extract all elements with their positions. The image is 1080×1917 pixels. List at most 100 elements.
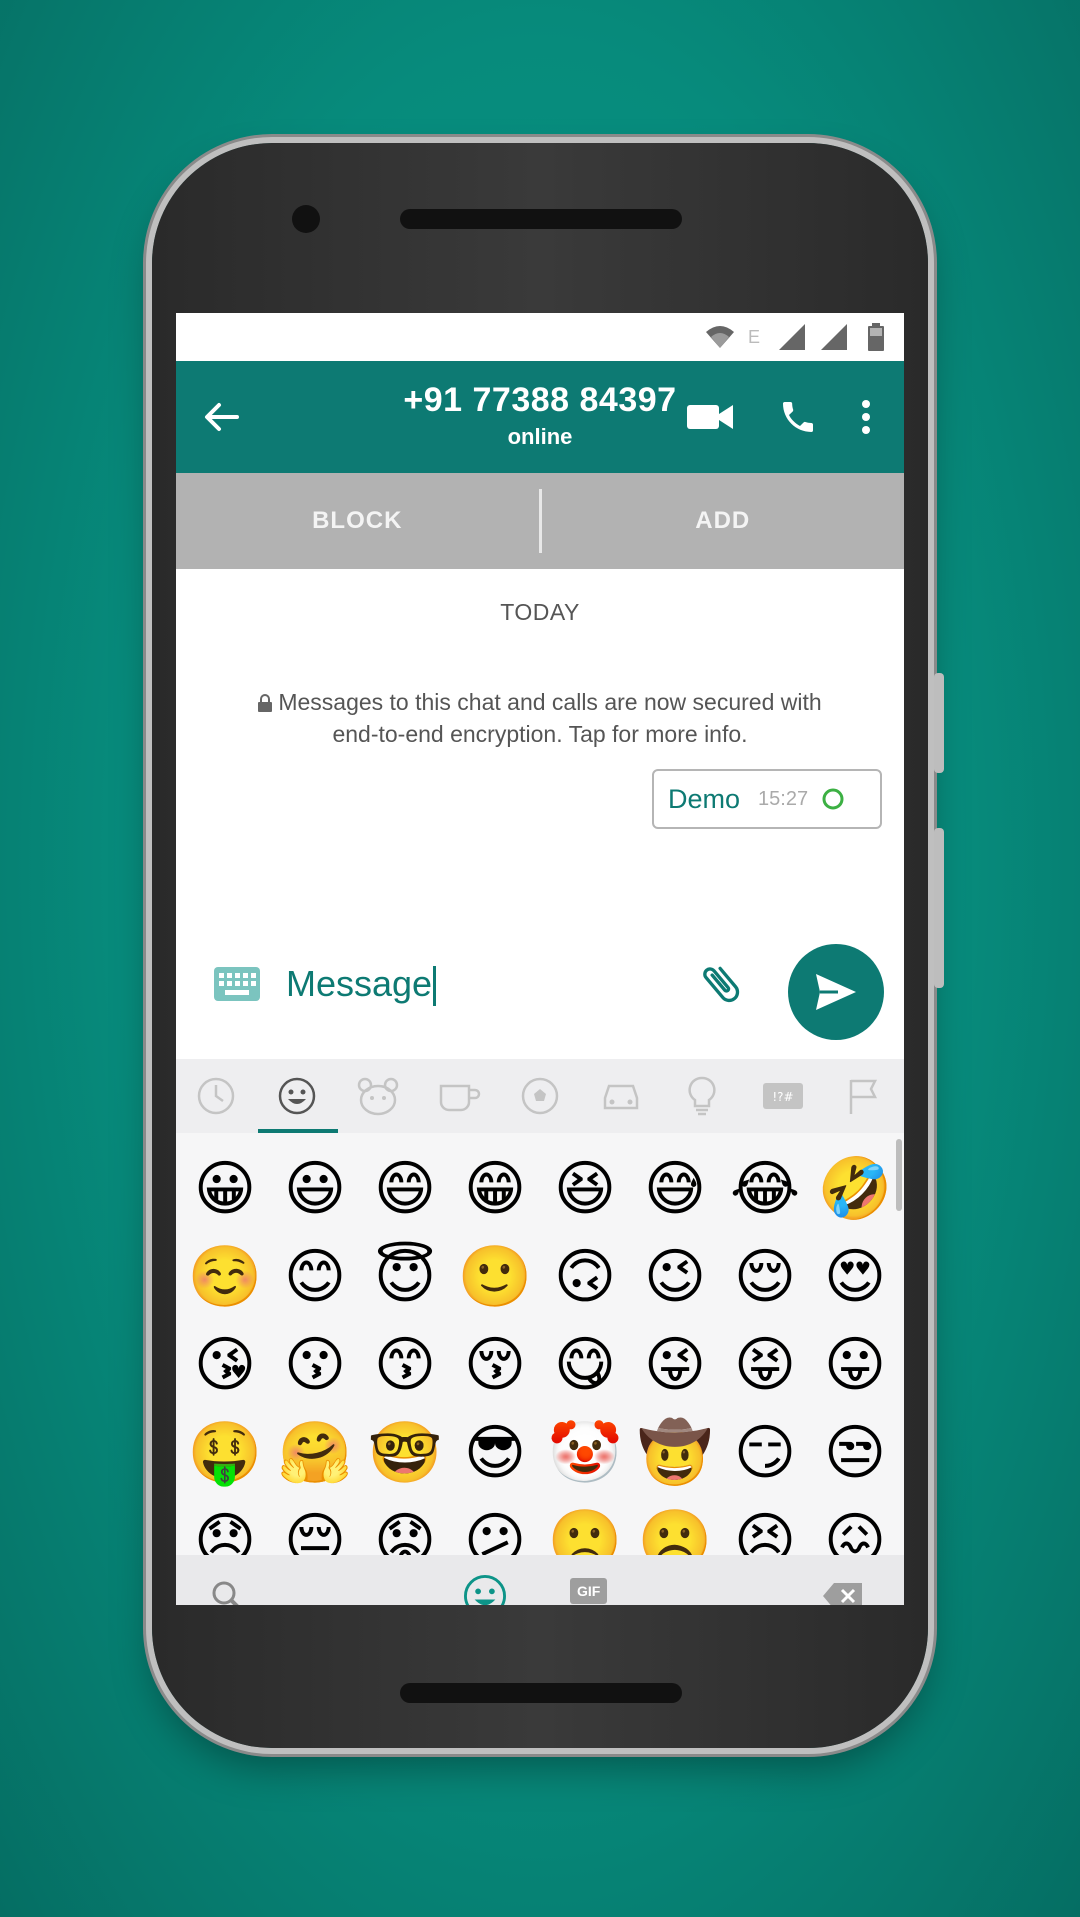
emoji[interactable]: 😊	[275, 1245, 355, 1309]
video-call-button[interactable]	[670, 377, 750, 457]
signal-icon	[820, 323, 848, 351]
emoji[interactable]: 😟	[365, 1509, 445, 1555]
emoji[interactable]: ☹️	[635, 1509, 715, 1555]
emoji[interactable]: 😞	[185, 1509, 265, 1555]
svg-text:!?#: !?#	[772, 1090, 793, 1104]
message-input[interactable]: Message	[286, 963, 437, 1007]
earpiece-speaker	[400, 209, 682, 229]
emoji[interactable]: 😀	[185, 1157, 265, 1221]
emoji[interactable]: 😍	[815, 1245, 895, 1309]
emoji[interactable]: 😒	[815, 1421, 895, 1485]
emoji-row: 😞 😔 😟 😕 🙁 ☹️ 😣 😖	[176, 1497, 904, 1555]
emoji[interactable]: 😛	[815, 1333, 895, 1397]
tab-travel[interactable]	[593, 1068, 649, 1124]
emoji[interactable]: 😅	[635, 1157, 715, 1221]
block-button[interactable]: BLOCK	[176, 507, 539, 535]
emoji[interactable]: 😔	[275, 1509, 355, 1555]
emoji[interactable]: 🙃	[545, 1245, 625, 1309]
emoji[interactable]: 😁	[455, 1157, 535, 1221]
tab-animals[interactable]	[350, 1068, 406, 1124]
tab-objects[interactable]	[674, 1068, 730, 1124]
volume-button	[934, 673, 944, 773]
unknown-contact-bar: BLOCK ADD	[176, 473, 904, 569]
emoji[interactable]: 😉	[635, 1245, 715, 1309]
paperclip-icon	[703, 966, 740, 1003]
emoji[interactable]: 🙁	[545, 1509, 625, 1555]
emoji[interactable]: 😕	[455, 1509, 535, 1555]
voice-call-button[interactable]	[758, 377, 838, 457]
more-options-button[interactable]	[846, 377, 886, 457]
emoji-tab-button[interactable]	[462, 1573, 508, 1605]
emoji[interactable]: 🤑	[185, 1421, 265, 1485]
emoji[interactable]: 🤠	[635, 1421, 715, 1485]
emoji[interactable]: 😏	[725, 1421, 805, 1485]
emoji[interactable]: 😋	[545, 1333, 625, 1397]
clock-icon	[198, 1077, 235, 1115]
lightbulb-icon	[688, 1076, 716, 1116]
emoji[interactable]: 🙂	[455, 1245, 535, 1309]
emoji[interactable]: 🤣	[815, 1157, 895, 1221]
message-time: 15:27	[758, 787, 809, 810]
backspace-button[interactable]	[822, 1581, 864, 1605]
e-network-icon: E	[748, 326, 761, 347]
phone-screen: E +91 77388 84397 online BLOCK ADD TODAY…	[176, 313, 904, 1605]
message-input-row: Message	[176, 919, 904, 1059]
emoji[interactable]: 😚	[455, 1333, 535, 1397]
lock-icon	[258, 689, 273, 719]
emoji[interactable]: 😜	[635, 1333, 715, 1397]
back-button[interactable]	[176, 361, 266, 473]
emoji[interactable]: 😖	[815, 1509, 895, 1555]
emoji[interactable]: 😂	[725, 1157, 805, 1221]
emoji[interactable]: 😇	[365, 1245, 445, 1309]
emoji[interactable]: 😄	[365, 1157, 445, 1221]
tab-smileys[interactable]	[269, 1068, 325, 1124]
emoji[interactable]: 😆	[545, 1157, 625, 1221]
gif-label: GIF	[570, 1578, 608, 1604]
send-button[interactable]	[788, 944, 884, 1040]
emoji[interactable]: 😘	[185, 1333, 265, 1397]
phone-frame: E +91 77388 84397 online BLOCK ADD TODAY…	[152, 143, 944, 1748]
tab-activity[interactable]	[512, 1068, 568, 1124]
cup-icon	[439, 1084, 481, 1112]
emoji-search-button[interactable]	[208, 1577, 248, 1605]
phone-call-icon	[783, 402, 813, 432]
emoji[interactable]: 😣	[725, 1509, 805, 1555]
signal-icon	[778, 323, 806, 351]
backspace-icon	[823, 1583, 862, 1605]
emoji[interactable]: 😃	[275, 1157, 355, 1221]
tab-food[interactable]	[431, 1068, 487, 1124]
encryption-notice[interactable]: Messages to this chat and calls are now …	[236, 687, 844, 749]
emoji[interactable]: 😙	[365, 1333, 445, 1397]
emoji[interactable]: 😝	[725, 1333, 805, 1397]
tab-flags[interactable]	[835, 1068, 891, 1124]
emoji[interactable]: 😗	[275, 1333, 355, 1397]
emoji[interactable]: 🤗	[275, 1421, 355, 1485]
gif-tab-button[interactable]: GIF	[570, 1578, 608, 1604]
search-icon	[212, 1581, 239, 1605]
message-text: Demo	[668, 783, 741, 814]
more-vert-icon	[862, 400, 870, 434]
emoji-row: 🤑 🤗 🤓 😎 🤡 🤠 😏 😒	[176, 1409, 904, 1497]
send-icon	[816, 974, 856, 1010]
add-contact-button[interactable]: ADD	[542, 507, 905, 535]
symbols-icon: !?#	[762, 1083, 803, 1109]
attach-button[interactable]	[696, 959, 746, 1014]
emoji-category-bar: !?#	[176, 1059, 904, 1133]
emoji-row: 😀 😃 😄 😁 😆 😅 😂 🤣	[176, 1145, 904, 1233]
emoji-scrollbar[interactable]	[896, 1139, 902, 1211]
keyboard-toggle-button[interactable]	[214, 967, 260, 1006]
chat-toolbar: +91 77388 84397 online	[176, 361, 904, 473]
emoji[interactable]: 😎	[455, 1421, 535, 1485]
back-arrow-icon	[205, 403, 239, 431]
status-bar: E	[176, 313, 904, 361]
smiley-icon	[279, 1077, 316, 1115]
tab-recent[interactable]	[188, 1068, 244, 1124]
emoji-grid: 😀 😃 😄 😁 😆 😅 😂 🤣 ☺️ 😊 😇 🙂 🙃 😉 😌 😍 😘 😗 😙 😚…	[176, 1133, 904, 1555]
emoji[interactable]: 🤓	[365, 1421, 445, 1485]
outgoing-message[interactable]: Demo 15:27	[652, 769, 882, 829]
emoji[interactable]: 😌	[725, 1245, 805, 1309]
emoji[interactable]: ☺️	[185, 1245, 265, 1309]
emoji[interactable]: 🤡	[545, 1421, 625, 1485]
wifi-icon	[706, 323, 734, 351]
tab-symbols[interactable]: !?#	[755, 1068, 811, 1124]
